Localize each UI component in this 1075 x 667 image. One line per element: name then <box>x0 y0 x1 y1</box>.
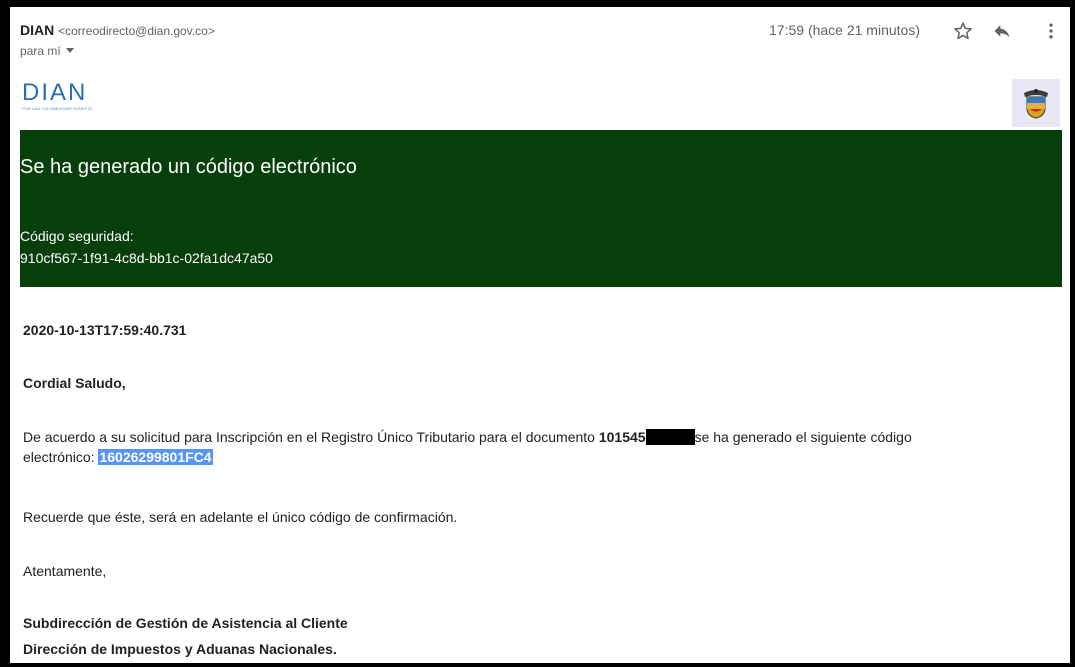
request-line-1: De acuerdo a su solicitud para Inscripci… <box>23 427 912 447</box>
more-vert-icon[interactable] <box>1039 19 1063 43</box>
request-line-2: electrónico: 16026299801FC4 <box>23 447 912 467</box>
reply-icon[interactable] <box>990 19 1014 43</box>
security-code-value: 910cf567-1f91-4c8d-bb1c-02fa1dc47a50 <box>20 250 273 266</box>
sender[interactable]: DIAN <correodirecto@dian.gov.co> <box>20 22 215 38</box>
security-code-label: Código seguridad: <box>20 228 134 244</box>
colombia-seal-icon <box>1012 79 1060 127</box>
email-viewer: DIAN <correodirecto@dian.gov.co> para mí… <box>10 7 1070 663</box>
greeting: Cordial Saludo, <box>23 375 126 391</box>
sender-email: <correodirecto@dian.gov.co> <box>58 24 215 38</box>
chevron-down-icon[interactable] <box>65 48 74 53</box>
recipient-label: para mí <box>20 44 61 58</box>
document-number: 101545 <box>598 429 646 445</box>
signature-line-1: Subdirección de Gestión de Asistencia al… <box>23 615 348 631</box>
request-paragraph: De acuerdo a su solicitud para Inscripci… <box>23 427 912 467</box>
email-header: DIAN <correodirecto@dian.gov.co> para mí… <box>20 22 1070 70</box>
recipient-details[interactable]: para mí <box>20 44 74 58</box>
sender-name[interactable]: DIAN <box>20 22 54 38</box>
logo-wordmark: DIAN <box>22 79 87 106</box>
reminder: Recuerde que éste, será en adelante el ú… <box>23 509 458 525</box>
timestamp: 2020-10-13T17:59:40.731 <box>23 322 187 338</box>
request-line-2-text: electrónico: <box>23 449 99 465</box>
star-icon[interactable] <box>951 19 975 43</box>
green-banner: Se ha generado un código electrónico Cód… <box>20 130 1062 287</box>
electronic-code[interactable]: 16026299801FC4 <box>98 449 213 465</box>
request-text: De acuerdo a su solicitud para Inscripci… <box>23 429 599 445</box>
closing: Atentamente, <box>23 563 107 579</box>
logo-tagline: POR UNA COLOMBIA MÁS HONESTA <box>22 106 92 111</box>
signature-line-2: Dirección de Impuestos y Aduanas Naciona… <box>23 641 337 657</box>
screen: { "email": { "sender_name": "DIAN", "sen… <box>0 0 1075 667</box>
redaction-block <box>645 429 695 445</box>
email-time: 17:59 (hace 21 minutos) <box>769 22 920 38</box>
request-text-after: se ha generado el siguiente código <box>694 429 912 445</box>
dian-logo: DIAN POR UNA COLOMBIA MÁS HONESTA <box>22 79 122 115</box>
banner-title: Se ha generado un código electrónico <box>20 156 357 178</box>
